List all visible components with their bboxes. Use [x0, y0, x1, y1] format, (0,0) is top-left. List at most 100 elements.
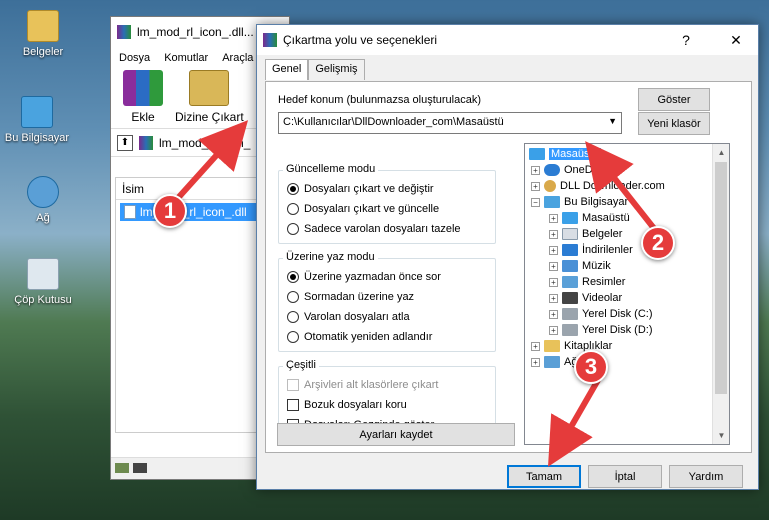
scroll-thumb[interactable] [715, 162, 727, 394]
update-mode-title: Güncelleme modu [283, 163, 379, 175]
expand-icon[interactable]: + [549, 325, 558, 335]
folder-icon [27, 10, 59, 42]
up-folder-icon[interactable]: ⬆ [117, 134, 133, 151]
tree-item-masaustu-root[interactable]: Masaüstü [529, 148, 601, 160]
key-icon [133, 463, 147, 473]
close-button[interactable]: ✕ [714, 25, 758, 55]
drive-status-icon [115, 463, 129, 473]
show-button[interactable]: Göster [638, 88, 710, 111]
add-button[interactable]: Ekle [123, 70, 163, 124]
overwrite-option-ask[interactable]: Üzerine yazmadan önce sor [287, 271, 441, 283]
recycle-bin-icon [27, 258, 59, 290]
destination-combo[interactable]: C:\Kullanıcılar\DllDownloader_com\Masaüs… [278, 112, 622, 134]
tree-item-dll-downloader[interactable]: + DLL Downloader.com [531, 180, 665, 192]
desktop-icon [562, 212, 578, 224]
step-badge-1: 1 [153, 194, 187, 228]
tree-item-videolar[interactable]: + Videolar [549, 292, 622, 304]
expand-icon[interactable]: + [549, 309, 558, 319]
desktop-icon-bu-bilgisayar[interactable]: Bu Bilgisayar [2, 96, 72, 144]
tree-item-ag[interactable]: + Ağ [531, 356, 577, 368]
music-icon [562, 260, 578, 272]
radio-button[interactable] [287, 223, 299, 235]
tree-item-bu-bilgisayar[interactable]: − Bu Bilgisayar [531, 196, 628, 208]
tree-item-belgeler[interactable]: + Belgeler [549, 228, 622, 240]
checkbox [287, 379, 299, 391]
cancel-button[interactable]: İptal [588, 465, 662, 488]
scroll-down-icon[interactable]: ▼ [713, 427, 729, 444]
folder-tree[interactable]: Masaüstü + OneDrive + DLL Downloader.com… [524, 143, 730, 445]
user-icon [544, 180, 556, 192]
radio-button[interactable] [287, 203, 299, 215]
tab-genel[interactable]: Genel [265, 59, 309, 80]
destination-label: Hedef konum (bulunmazsa oluşturulacak) [278, 94, 481, 106]
tree-item-kitapliklar[interactable]: + Kitaplıklar [531, 340, 612, 352]
update-option-update[interactable]: Dosyaları çıkart ve güncelle [287, 203, 439, 215]
tree-item-onedrive[interactable]: + OneDrive [531, 164, 610, 176]
overwrite-mode-title: Üzerine yaz modu [283, 251, 378, 263]
misc-option-subfolders: Arşivleri alt klasörlere çıkart [287, 379, 438, 391]
tree-item-resimler[interactable]: + Resimler [549, 276, 625, 288]
desktop-icon-cop-kutusu[interactable]: Çöp Kutusu [8, 258, 78, 306]
expand-icon[interactable]: + [549, 293, 558, 303]
path-archive-icon [139, 135, 153, 150]
update-mode-group: Güncelleme modu Dosyaları çıkart ve deği… [278, 163, 496, 244]
expand-icon[interactable]: + [549, 245, 558, 255]
tree-item-masaustu[interactable]: + Masaüstü [549, 212, 630, 224]
checkbox[interactable] [287, 399, 299, 411]
tree-scrollbar[interactable]: ▲ ▼ [712, 144, 729, 444]
extract-to-button[interactable]: Dizine Çıkart [175, 70, 244, 124]
misc-option-keep-broken[interactable]: Bozuk dosyaları koru [287, 399, 407, 411]
path-text: lm_mod_rl_icon_ [159, 135, 251, 150]
scroll-up-icon[interactable]: ▲ [713, 144, 729, 161]
collapse-icon[interactable]: − [531, 197, 540, 207]
video-icon [562, 292, 578, 304]
expand-icon[interactable]: + [549, 277, 558, 287]
expand-icon[interactable]: + [531, 357, 540, 367]
help-title-button[interactable]: ? [664, 25, 708, 55]
network-icon [27, 176, 59, 208]
winrar-title: lm_mod_rl_icon_.dll... [137, 25, 254, 39]
radio-button[interactable] [287, 183, 299, 195]
update-option-replace[interactable]: Dosyaları çıkart ve değiştir [287, 183, 434, 195]
computer-icon [544, 196, 560, 208]
drive-icon [562, 308, 578, 320]
desktop-icon-ag[interactable]: Ağ [8, 176, 78, 224]
overwrite-mode-group: Üzerine yaz modu Üzerine yazmadan önce s… [278, 251, 496, 352]
dialog-titlebar: Çıkartma yolu ve seçenekleri ? ✕ [257, 25, 758, 55]
expand-icon[interactable]: + [549, 213, 558, 223]
expand-icon[interactable]: + [531, 181, 540, 191]
winrar-icon [263, 33, 277, 47]
menu-dosya[interactable]: Dosya [119, 52, 150, 64]
new-folder-button[interactable]: Yeni klasör [638, 112, 710, 135]
menu-komutlar[interactable]: Komutlar [164, 52, 208, 64]
library-icon [544, 340, 560, 352]
radio-button[interactable] [287, 291, 299, 303]
menu-araclar[interactable]: Araçla [222, 52, 253, 64]
overwrite-option-rename[interactable]: Otomatik yeniden adlandır [287, 331, 432, 343]
expand-icon[interactable]: + [531, 165, 540, 175]
update-option-freshen[interactable]: Sadece varolan dosyaları tazele [287, 223, 461, 235]
step-badge-2: 2 [641, 226, 675, 260]
dialog-title: Çıkartma yolu ve seçenekleri [283, 33, 438, 47]
expand-icon[interactable]: + [531, 341, 540, 351]
tree-item-yerel-disk-d[interactable]: + Yerel Disk (D:) [549, 324, 653, 336]
radio-button[interactable] [287, 311, 299, 323]
ok-button[interactable]: Tamam [507, 465, 581, 488]
help-button[interactable]: Yardım [669, 465, 743, 488]
expand-icon[interactable]: + [549, 229, 558, 239]
radio-button[interactable] [287, 271, 299, 283]
drive-icon [562, 324, 578, 336]
chevron-down-icon[interactable]: ▼ [608, 116, 617, 126]
tree-item-yerel-disk-c[interactable]: + Yerel Disk (C:) [549, 308, 653, 320]
documents-icon [562, 228, 578, 240]
desktop-icon-belgeler[interactable]: Belgeler [8, 10, 78, 58]
overwrite-option-skip[interactable]: Varolan dosyaları atla [287, 311, 410, 323]
expand-icon[interactable]: + [549, 261, 558, 271]
destination-value: C:\Kullanıcılar\DllDownloader_com\Masaüs… [283, 116, 504, 128]
overwrite-option-without-prompt[interactable]: Sormadan üzerine yaz [287, 291, 414, 303]
radio-button[interactable] [287, 331, 299, 343]
save-settings-button[interactable]: Ayarları kaydet [277, 423, 515, 446]
tab-gelismis[interactable]: Gelişmiş [308, 59, 365, 80]
tree-item-indirilenler[interactable]: + İndirilenler [549, 244, 633, 256]
tree-item-muzik[interactable]: + Müzik [549, 260, 611, 272]
